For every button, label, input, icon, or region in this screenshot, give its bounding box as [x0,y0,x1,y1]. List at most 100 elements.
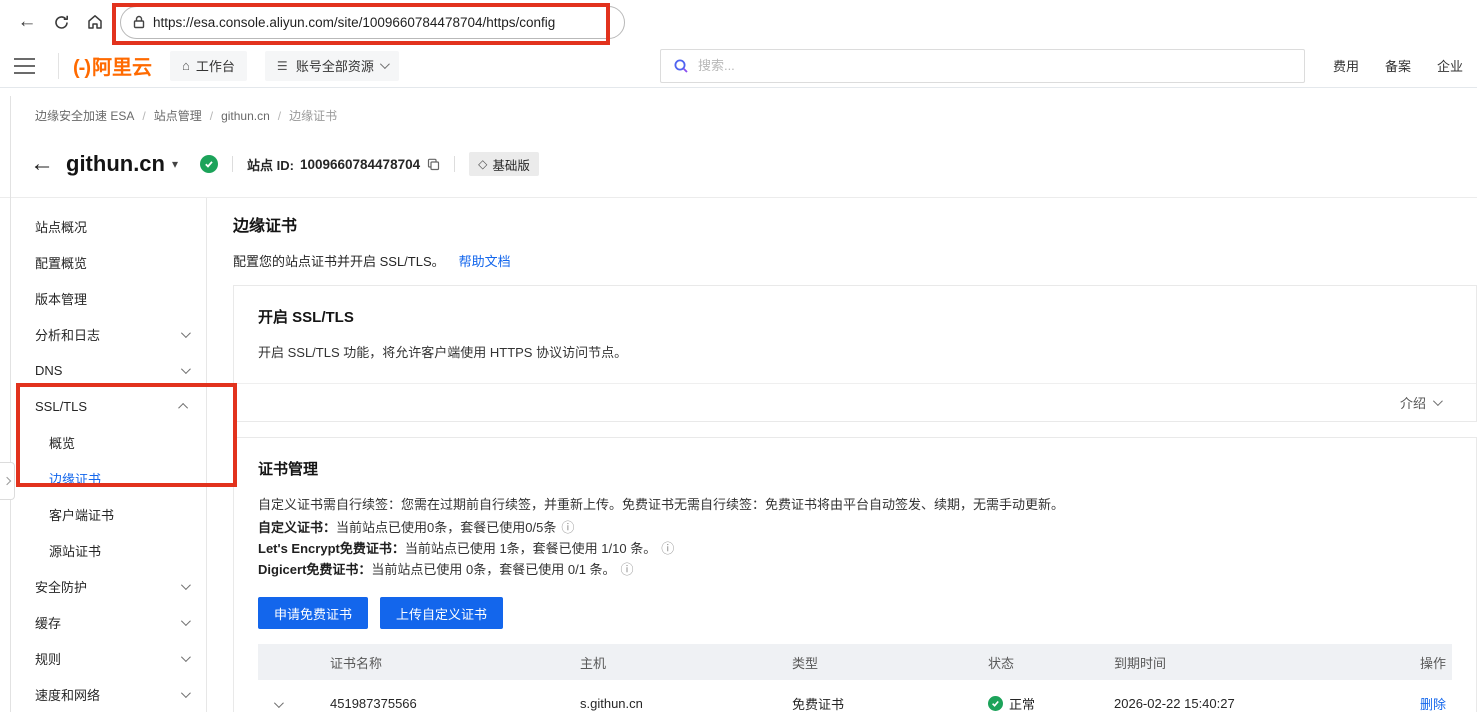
site-switcher-caret-icon[interactable]: ▾ [172,157,178,171]
chevron-down-icon [181,616,191,626]
resources-icon: ☰ [277,59,290,73]
col-action: 操作 [1380,653,1452,672]
chevron-down-icon [181,364,191,374]
ssl-card-title: 开启 SSL/TLS [258,306,1452,327]
chevron-down-icon [181,328,191,338]
resources-button[interactable]: ☰ 账号全部资源 [265,51,399,81]
page-subtitle: 配置您的站点证书并开启 SSL/TLS。 帮助文档 [233,251,1477,270]
plan-diamond-icon: ◇ [478,157,487,171]
breadcrumb: 边缘安全加速 ESA / 站点管理 / githun.cn / 边缘证书 [35,107,1477,124]
breadcrumb-current: 边缘证书 [289,107,337,124]
sidebar-item-origin-certificates[interactable]: 源站证书 [0,532,206,568]
nav-link-enterprise[interactable]: 企业 [1437,56,1463,75]
info-icon[interactable]: ⓘ [621,560,634,580]
global-search[interactable] [660,49,1305,83]
nav-links: 费用 备案 企业 [1333,56,1463,75]
quota-digicert: Digicert免费证书： 当前站点已使用 0条，套餐已使用 0/1 条。 ⓘ [258,560,1452,580]
apply-free-cert-button[interactable]: 申请免费证书 [258,597,368,629]
cert-table-header: 证书名称 主机 类型 状态 到期时间 操作 [258,644,1452,680]
site-back-icon[interactable]: ← [30,152,54,176]
nav-link-billing[interactable]: 费用 [1333,56,1359,75]
sidebar: 站点概况 配置概览 版本管理 分析和日志 DNS SSL/TLS 概览 边缘证书… [0,198,207,712]
cert-management-card: 证书管理 自定义证书需自行续签：您需在过期前自行续签，并重新上传。免费证书无需自… [233,437,1477,712]
table-row: 451987375566 s.githun.cn 免费证书 正常 2026-02… [258,680,1452,712]
chevron-down-icon [1433,396,1443,406]
col-cert-name: 证书名称 [322,653,572,672]
main-panel: 边缘证书 配置您的站点证书并开启 SSL/TLS。 帮助文档 开启 SSL/TL… [207,198,1477,712]
refresh-icon[interactable] [44,5,78,39]
plan-badge-label: 基础版 [492,155,530,174]
cert-card-description: 自定义证书需自行续签：您需在过期前自行续签，并重新上传。免费证书无需自行续签：免… [258,495,1452,517]
site-verified-icon [200,155,218,173]
sidebar-item-edge-certificates[interactable]: 边缘证书 [0,460,206,496]
page-title: 边缘证书 [233,212,1477,236]
sidebar-item-analytics-logs[interactable]: 分析和日志 [0,316,206,352]
ssl-card-intro-toggle[interactable]: 介绍 [234,383,1476,421]
col-type: 类型 [784,653,980,672]
status-ok-icon [988,696,1003,711]
sidebar-item-ssl-tls[interactable]: SSL/TLS [0,388,206,424]
sidebar-item-site-overview[interactable]: 站点概况 [0,208,206,244]
row-expand-icon[interactable] [258,696,322,711]
aliyun-logo[interactable]: (-) 阿里云 [73,51,152,80]
sidebar-item-dns[interactable]: DNS [0,352,206,388]
site-name: githun.cn [66,151,165,177]
sidebar-item-cache[interactable]: 缓存 [0,604,206,640]
copy-icon[interactable] [427,158,440,171]
breadcrumb-site[interactable]: githun.cn [221,109,270,123]
workbench-button[interactable]: ⌂ 工作台 [170,51,247,81]
sidebar-item-rules[interactable]: 规则 [0,640,206,676]
menu-icon[interactable] [14,51,44,81]
help-doc-link[interactable]: 帮助文档 [459,251,511,270]
nav-link-icp[interactable]: 备案 [1385,56,1411,75]
url-input[interactable] [153,15,612,30]
sidebar-collapse-handle[interactable] [0,462,15,500]
lock-icon [133,15,145,29]
cert-table: 证书名称 主机 类型 状态 到期时间 操作 451987375566 s.git… [258,644,1452,712]
brand-mark: (-) [73,57,90,80]
col-host: 主机 [572,653,784,672]
col-expiry: 到期时间 [1106,653,1380,672]
browser-toolbar: ← [0,0,1477,44]
intro-label: 介绍 [1400,393,1426,412]
breadcrumb-site-management[interactable]: 站点管理 [154,107,202,124]
sidebar-item-speed-network[interactable]: 速度和网络 [0,676,206,712]
info-icon[interactable]: ⓘ [661,539,674,559]
col-status: 状态 [980,653,1106,672]
workbench-home-icon: ⌂ [182,58,190,73]
cell-host: s.githun.cn [572,696,784,711]
url-bar[interactable] [120,6,625,39]
info-icon[interactable]: ⓘ [561,518,574,538]
resources-label: 账号全部资源 [296,56,374,75]
site-id-value: 1009660784478704 [300,157,420,172]
plan-badge[interactable]: ◇ 基础版 [469,152,539,176]
browser-window: ← (-) 阿里云 ⌂ 工作台 [0,0,1477,712]
chevron-down-icon [380,59,390,69]
breadcrumb-esa[interactable]: 边缘安全加速 ESA [35,107,134,124]
ssl-card-description: 开启 SSL/TLS 功能，将允许客户端使用 HTTPS 协议访问节点。 [258,343,1452,383]
sidebar-item-security[interactable]: 安全防护 [0,568,206,604]
console-topnav: (-) 阿里云 ⌂ 工作台 ☰ 账号全部资源 费用 备案 企业 [0,44,1477,88]
cell-type: 免费证书 [784,694,980,712]
brand-name: 阿里云 [92,51,152,80]
page-edge-line [10,96,11,712]
delete-link[interactable]: 删除 [1420,697,1446,712]
ssl-tls-card: 开启 SSL/TLS 开启 SSL/TLS 功能，将允许客户端使用 HTTPS … [233,285,1477,422]
home-icon[interactable] [78,5,112,39]
quota-lets-encrypt: Let's Encrypt免费证书： 当前站点已使用 1条，套餐已使用 1/10… [258,539,1452,559]
workbench-label: 工作台 [196,56,235,75]
back-icon[interactable]: ← [10,5,44,39]
chevron-down-icon [181,688,191,698]
chevron-down-icon [181,580,191,590]
cert-card-title: 证书管理 [258,458,1452,479]
cell-expiry: 2026-02-22 15:40:27 [1106,696,1380,711]
content-area: 站点概况 配置概览 版本管理 分析和日志 DNS SSL/TLS 概览 边缘证书… [0,197,1477,712]
cell-cert-name: 451987375566 [322,696,572,711]
sidebar-item-config-overview[interactable]: 配置概览 [0,244,206,280]
search-icon [673,58,689,74]
sidebar-item-ssl-overview[interactable]: 概览 [0,424,206,460]
sidebar-item-client-certificates[interactable]: 客户端证书 [0,496,206,532]
search-input[interactable] [698,58,1292,73]
upload-custom-cert-button[interactable]: 上传自定义证书 [380,597,503,629]
sidebar-item-version-management[interactable]: 版本管理 [0,280,206,316]
